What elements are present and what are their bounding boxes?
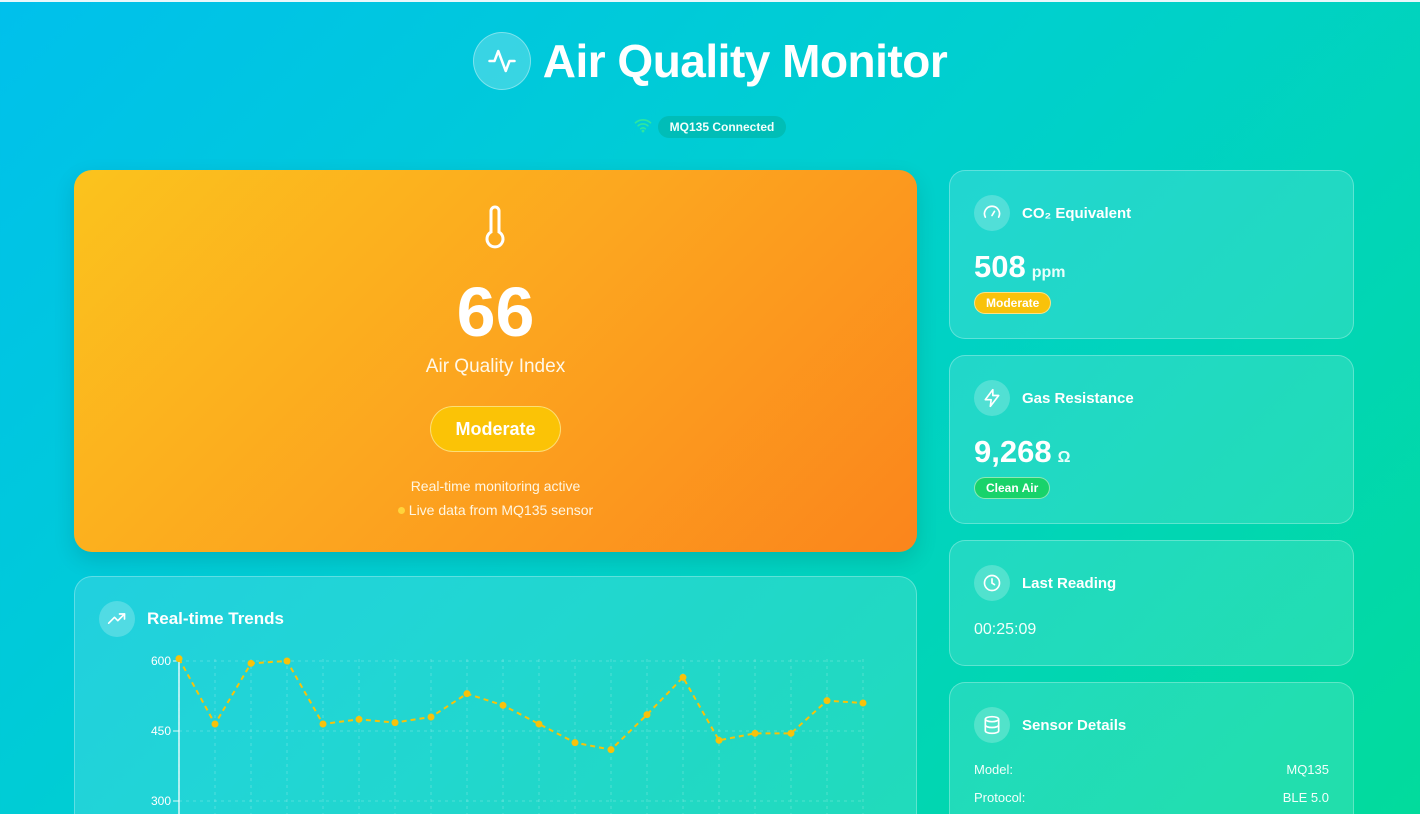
thermometer-icon — [480, 204, 510, 255]
gas-resistance-card: Gas Resistance 9,268 Ω Clean Air — [949, 355, 1354, 524]
trend-data-point — [787, 729, 795, 737]
sensor-model-label: Model: — [974, 762, 1014, 777]
trend-data-point — [643, 711, 651, 719]
y-tick-label: 600 — [151, 654, 171, 668]
co2-title: CO₂ Equivalent — [1022, 204, 1132, 222]
live-data-label: Live data from MQ135 sensor — [408, 502, 594, 518]
monitoring-status-text: Real-time monitoring active — [410, 478, 581, 494]
sensor-row-protocol: Protocol: BLE 5.0 — [974, 790, 1329, 805]
y-tick-label: 450 — [151, 724, 171, 738]
aqi-label: Air Quality Index — [425, 356, 566, 377]
aqi-card: 66 Air Quality Index Moderate Real-time … — [74, 170, 917, 552]
trend-data-point — [499, 701, 507, 709]
trend-data-point — [463, 690, 471, 698]
gas-header: Gas Resistance — [974, 380, 1134, 416]
trend-data-point — [607, 746, 615, 754]
aqi-status-badge: Moderate — [430, 406, 561, 452]
trend-series-line — [178, 658, 864, 751]
trend-chart[interactable]: 600 450 300 — [75, 577, 918, 814]
sensor-details-card: Sensor Details Model: MQ135 Protocol: BL… — [949, 682, 1354, 814]
trends-card: Real-time Trends 600 450 300 — [74, 576, 917, 814]
co2-header: CO₂ Equivalent — [974, 195, 1131, 231]
top-border-line — [0, 0, 1420, 2]
connection-status-badge: MQ135 Connected — [657, 116, 787, 138]
trend-data-point — [751, 729, 759, 737]
last-reading-title: Last Reading — [1022, 574, 1117, 592]
database-icon — [974, 707, 1010, 743]
y-tick-label: 300 — [151, 794, 171, 808]
co2-metric: 508 ppm — [974, 249, 1066, 285]
trend-data-point — [355, 715, 363, 723]
lightning-icon — [974, 380, 1010, 416]
connection-status: MQ135 Connected — [0, 116, 1420, 138]
co2-status-badge: Moderate — [974, 292, 1052, 314]
gauge-icon — [974, 195, 1010, 231]
last-reading-card: Last Reading 00:25:09 — [949, 540, 1354, 666]
live-indicator-dot — [397, 506, 405, 514]
clock-icon — [974, 565, 1010, 601]
trend-data-point — [319, 720, 327, 728]
sensor-row-model: Model: MQ135 — [974, 762, 1329, 777]
app-header: Air Quality Monitor — [0, 32, 1420, 90]
gas-value: 9,268 — [974, 434, 1052, 469]
activity-icon — [472, 32, 531, 90]
sensor-protocol-label: Protocol: — [974, 790, 1026, 805]
aqi-value: 66 — [456, 273, 535, 351]
last-reading-header: Last Reading — [974, 565, 1116, 601]
co2-value: 508 — [974, 249, 1026, 284]
trend-data-point — [823, 697, 831, 705]
trend-data-point — [571, 739, 579, 747]
co2-unit: ppm — [1031, 264, 1066, 281]
sensor-model-value: MQ135 — [1286, 762, 1329, 777]
co2-card: CO₂ Equivalent 508 ppm Moderate — [949, 170, 1354, 339]
trend-data-point — [283, 657, 291, 665]
sensor-title: Sensor Details — [1022, 716, 1127, 734]
page-title: Air Quality Monitor — [542, 35, 948, 87]
trend-data-point — [715, 736, 723, 744]
trend-data-point — [175, 655, 183, 663]
trend-data-point — [427, 713, 435, 721]
last-reading-time: 00:25:09 — [974, 621, 1037, 638]
gas-unit: Ω — [1057, 449, 1071, 466]
trend-data-point — [211, 720, 219, 728]
gas-title: Gas Resistance — [1022, 389, 1134, 407]
sensor-protocol-value: BLE 5.0 — [1282, 790, 1329, 805]
gas-status-badge: Clean Air — [974, 477, 1051, 499]
trend-data-point — [859, 699, 867, 707]
trend-data-point — [679, 673, 687, 681]
sensor-header: Sensor Details — [974, 707, 1126, 743]
live-data-text: Live data from MQ135 sensor — [74, 502, 917, 518]
wifi-icon — [634, 117, 652, 138]
gas-metric: 9,268 Ω — [974, 434, 1070, 470]
trend-data-point — [535, 720, 543, 728]
trend-data-point — [391, 719, 399, 727]
trend-data-point — [247, 659, 255, 667]
